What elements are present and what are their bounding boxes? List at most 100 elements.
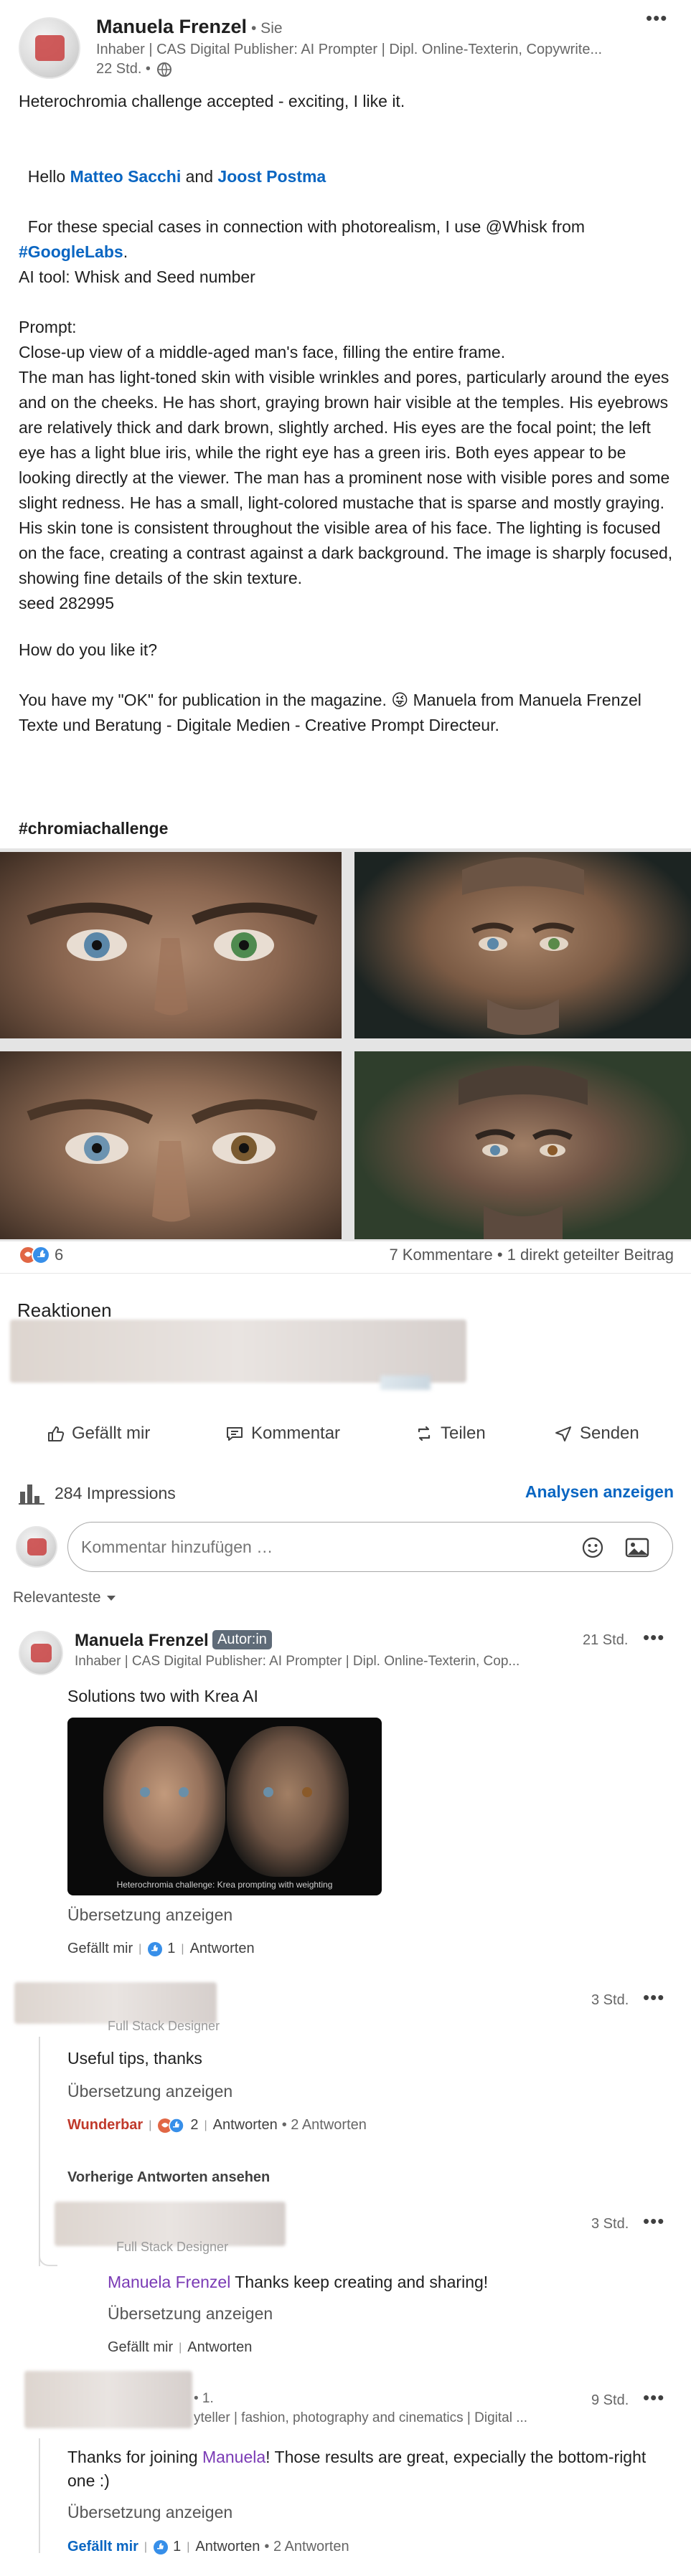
sort-dropdown[interactable]: Relevanteste: [13, 1589, 117, 1606]
author-name[interactable]: Manuela Frenzel: [96, 16, 247, 38]
comment-actions: Gefällt mir | 1 | Antworten • 2 Antworte…: [67, 2539, 349, 2555]
comment-avatar[interactable]: [19, 1631, 63, 1675]
like-action[interactable]: Gefällt mir: [46, 1424, 150, 1444]
reply-text: Manuela Frenzel Thanks keep creating and…: [108, 2273, 488, 2292]
chevron-down-icon: [106, 1596, 116, 1601]
hashtag-googlelabs[interactable]: #GoogleLabs: [19, 242, 123, 261]
mention-matteo-sacchi[interactable]: Matteo Sacchi: [70, 167, 182, 186]
send-label: Senden: [580, 1424, 639, 1443]
mention-manuela-frenzel[interactable]: Manuela Frenzel: [108, 2273, 230, 2291]
reply-connector: [39, 2252, 57, 2266]
share-action[interactable]: Teilen: [415, 1424, 486, 1444]
comment-action[interactable]: Kommentar: [225, 1424, 340, 1444]
whisk-text: For these special cases in connection wi…: [27, 217, 586, 236]
bar-chart-icon: [19, 1484, 44, 1505]
reaction-count[interactable]: 6: [55, 1246, 63, 1264]
whisk-period: .: [123, 242, 128, 261]
comment-like-count[interactable]: 1: [173, 2539, 181, 2555]
comment-reply-button[interactable]: Antworten: [190, 1941, 255, 1957]
comment-like-count[interactable]: 1: [167, 1941, 175, 1957]
reply-message: Thanks keep creating and sharing!: [230, 2273, 489, 2291]
mention-joost-postma[interactable]: Joost Postma: [217, 167, 326, 186]
comment-input[interactable]: [81, 1533, 555, 1561]
comment-author-name[interactable]: Manuela Frenzel: [75, 1631, 209, 1651]
send-icon: [555, 1426, 571, 1441]
prompt-label: Prompt:: [19, 318, 77, 336]
reactions-heading: Reaktionen: [17, 1299, 112, 1321]
post-greeting: Hello Matteo Sacchi and Joost Postma: [19, 139, 673, 189]
separator: |: [149, 2118, 152, 2131]
author-avatar[interactable]: [19, 17, 80, 79]
mention-manuela[interactable]: Manuela: [202, 2448, 265, 2466]
translate-link[interactable]: Übersetzung anzeigen: [67, 2082, 232, 2101]
reaction-icons[interactable]: [19, 1245, 55, 1265]
comment-more-icon[interactable]: •••: [643, 2387, 664, 2409]
hashtag-chromiachallenge[interactable]: #chromiachallenge: [19, 816, 168, 841]
comment-headline: Inhaber | CAS Digital Publisher: AI Prom…: [75, 1654, 520, 1669]
send-action[interactable]: Senden: [554, 1424, 639, 1444]
ai-tool-line: AI tool: Whisk and Seed number: [19, 267, 255, 286]
comment-reply-button[interactable]: Antworten: [213, 2117, 278, 2134]
comment-headline: yteller | fashion, photography and cinem…: [194, 2410, 528, 2425]
greeting-text: Hello: [27, 167, 70, 186]
comment-actions: Gefällt mir | 1 | Antworten: [67, 1941, 255, 1957]
more-options-icon[interactable]: •••: [646, 7, 667, 29]
comment-text-a: Thanks for joining: [67, 2448, 202, 2466]
current-user-avatar[interactable]: [16, 1526, 57, 1568]
comment-like-count[interactable]: 2: [190, 2117, 198, 2134]
comment-input-box[interactable]: [67, 1522, 673, 1572]
separator: |: [181, 1942, 184, 1955]
reply-time: 3 Std.: [591, 2216, 629, 2232]
commenter-avatar-blurred[interactable]: [14, 1982, 217, 2024]
comment-reaction-wunderbar[interactable]: Wunderbar: [67, 2117, 143, 2134]
comments-shares-count[interactable]: 7 Kommentare • 1 direkt geteilter Beitra…: [389, 1246, 674, 1264]
post-whisk-line: For these special cases in connection wi…: [19, 189, 673, 265]
reactor-avatar-extra: [380, 1375, 431, 1390]
comment-like-button-liked[interactable]: Gefällt mir: [67, 2539, 138, 2555]
translate-link[interactable]: Übersetzung anzeigen: [108, 2304, 273, 2324]
post-image-2[interactable]: [354, 852, 691, 1038]
comment-icon: [227, 1427, 243, 1441]
reply-reply-button[interactable]: Antworten: [187, 2339, 252, 2356]
comment-reply-button[interactable]: Antworten: [195, 2539, 260, 2555]
separator: |: [204, 2118, 207, 2131]
greeting-and: and: [181, 167, 218, 186]
post-image-1[interactable]: [0, 852, 342, 1038]
impressions[interactable]: 284 Impressions: [19, 1482, 176, 1505]
comment-replies-count[interactable]: • 2 Antworten: [282, 2117, 367, 2134]
image-upload-icon[interactable]: [625, 1537, 649, 1558]
reply-like-button[interactable]: Gefällt mir: [108, 2339, 173, 2356]
translate-link[interactable]: Übersetzung anzeigen: [67, 2503, 232, 2522]
comment-like-button[interactable]: Gefällt mir: [67, 1941, 133, 1957]
previous-replies-link[interactable]: Vorherige Antworten ansehen: [67, 2169, 270, 2186]
connection-degree: • 1.: [194, 2391, 214, 2406]
share-label: Teilen: [441, 1424, 486, 1443]
commenter-avatar-blurred[interactable]: [24, 2371, 192, 2428]
sort-label: Relevanteste: [13, 1589, 101, 1606]
author-badge: • Sie: [251, 20, 283, 37]
comment-text: Thanks for joining Manuela! Those result…: [67, 2445, 670, 2493]
post-time: 22 Std. •: [96, 61, 151, 77]
comment-time: 21 Std.: [583, 1632, 629, 1648]
reply-more-icon[interactable]: •••: [643, 2210, 664, 2232]
comment-label: Kommentar: [251, 1424, 341, 1443]
prompt-text: Close-up view of a middle-aged man's fac…: [19, 343, 673, 612]
translate-link[interactable]: Übersetzung anzeigen: [67, 1905, 232, 1925]
comment-more-icon[interactable]: •••: [643, 1626, 664, 1649]
analytics-link[interactable]: Analysen anzeigen: [525, 1482, 674, 1502]
thread-line: [39, 2438, 40, 2553]
question-line: How do you like it?: [19, 640, 158, 659]
comment-replies-count[interactable]: • 2 Antworten: [264, 2539, 349, 2555]
post-image-3[interactable]: [0, 1051, 342, 1239]
comment-actions: Wunderbar | 2 | Antworten • 2 Antworten: [67, 2117, 367, 2134]
divider: [0, 1273, 691, 1274]
reply-headline: Full Stack Designer: [116, 2240, 229, 2254]
comment-more-icon[interactable]: •••: [643, 1987, 664, 2009]
comment-image[interactable]: Heterochromia challenge: Krea prompting …: [67, 1718, 382, 1895]
post-image-4[interactable]: [354, 1051, 691, 1239]
thumbs-up-icon: [48, 1426, 65, 1441]
separator: |: [187, 2540, 190, 2553]
impressions-label: 284 Impressions: [55, 1483, 176, 1502]
emoji-icon[interactable]: [582, 1537, 603, 1558]
reactor-avatars-blurred[interactable]: [10, 1320, 466, 1383]
